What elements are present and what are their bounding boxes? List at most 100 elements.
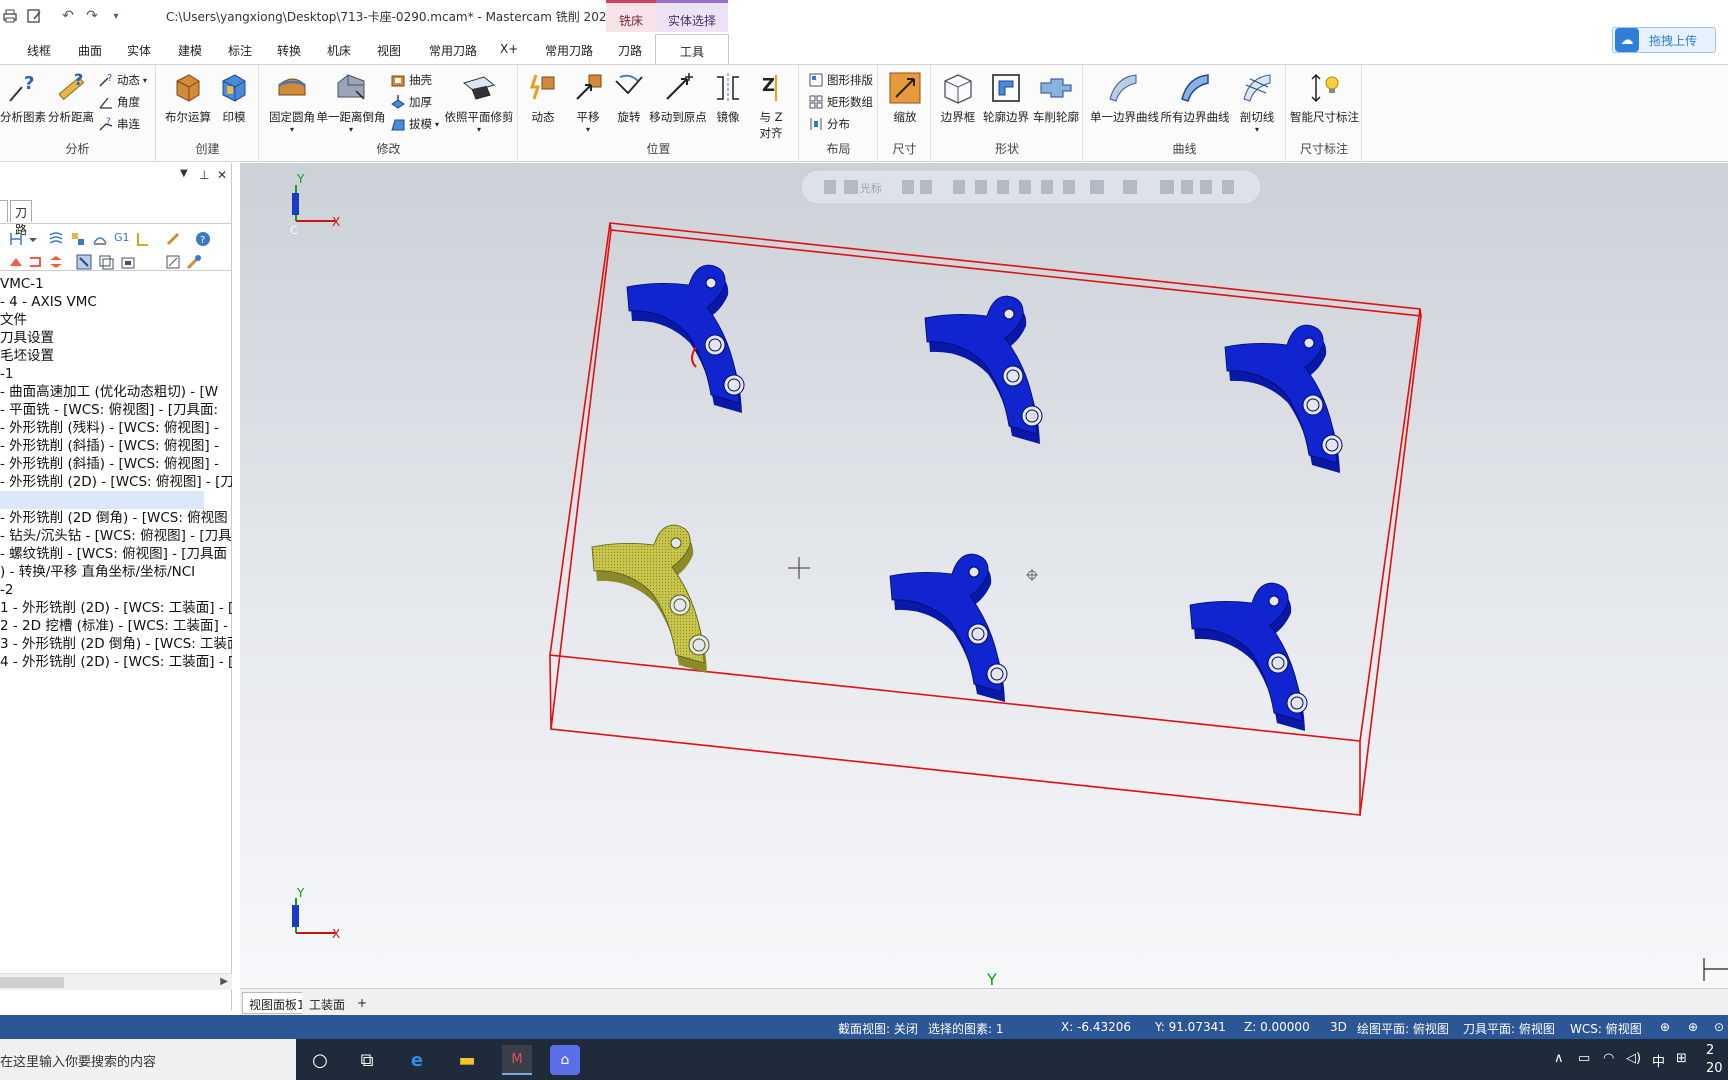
smart-dimension-button[interactable]: 智能尺寸标注	[1287, 71, 1362, 125]
g1-icon[interactable]: G1	[114, 231, 130, 244]
boolean-button[interactable]: 布尔运算	[165, 71, 211, 125]
rect-array-button[interactable]: 矩形数组	[808, 94, 873, 110]
pin-icon[interactable]: ⊥	[199, 168, 209, 182]
tree-node[interactable]: 毛坯设置	[0, 347, 54, 365]
part-3[interactable]	[1224, 324, 1343, 474]
analyze-entity-button[interactable]: ? 分析图素	[0, 71, 46, 125]
tab-view[interactable]: 视图	[377, 34, 401, 64]
tree-node[interactable]: 文件	[0, 311, 27, 329]
undo-icon[interactable]: ↶	[58, 6, 78, 26]
volume-icon[interactable]: ◁)	[1626, 1051, 1641, 1066]
shell-button[interactable]: 抽壳	[390, 72, 432, 88]
tab-solids[interactable]: 实体	[127, 34, 151, 64]
display-options-icon[interactable]	[165, 254, 181, 270]
analyze-distance-button[interactable]: ? 分析距离	[48, 71, 94, 125]
tab-solids-manager[interactable]	[0, 200, 8, 222]
panel-menu-icon[interactable]: ▼	[180, 168, 188, 179]
part-4-selected[interactable]	[591, 524, 710, 674]
qat-customize-icon[interactable]: ▾	[106, 6, 126, 26]
tool-icon[interactable]	[186, 254, 202, 270]
tree-node[interactable]: 3 - 外形铣削 (2D 倒角) - [WCS: 工装面	[0, 635, 232, 653]
tree-node[interactable]: - 外形铣削 (2D) - [WCS: 俯视图] - [刀	[0, 473, 232, 491]
tree-node[interactable]: - 4 - AXIS VMC	[0, 293, 97, 311]
globe-icon[interactable]: ⊕	[1660, 1020, 1670, 1034]
mode-3d-toggle[interactable]: 3D	[1330, 1020, 1347, 1034]
tree-node[interactable]: ) - 转换/平移 直角坐标/坐标/NCI	[0, 563, 195, 581]
tree-node[interactable]: - 螺纹铣削 - [WCS: 俯视图] - [刀具面	[0, 545, 227, 563]
battery-icon[interactable]: ▭	[1578, 1051, 1590, 1066]
tray-expand-icon[interactable]: ∧	[1554, 1051, 1564, 1066]
move-to-origin-button[interactable]: 移动到原点	[649, 71, 707, 125]
tab-common-toolpaths-2[interactable]: 常用刀路	[545, 34, 593, 64]
turn-profile-button[interactable]: 车削轮廓	[1032, 71, 1080, 125]
part-1[interactable]	[626, 264, 745, 414]
context-tab-solid-selection[interactable]: 实体选择	[656, 0, 728, 32]
dynamic-move-button[interactable]: 动态	[523, 71, 563, 125]
dropdown-arrow-icon[interactable]	[28, 231, 44, 247]
clock-time[interactable]: 2	[1706, 1043, 1714, 1058]
imprint-button[interactable]: 印模	[213, 71, 255, 125]
tab-surfaces[interactable]: 曲面	[78, 34, 102, 64]
lock-icon[interactable]	[120, 254, 136, 270]
fixed-fillet-button[interactable]: 固定圆角 ▾	[266, 71, 318, 134]
tab-machine[interactable]: 机床	[327, 34, 351, 64]
redo-icon[interactable]: ↷	[82, 6, 102, 26]
part-5[interactable]	[889, 553, 1008, 703]
graphics-viewport[interactable]: 光标 Y X C Y X Y	[240, 163, 1728, 988]
toggle-display-icon[interactable]	[76, 254, 92, 270]
move-insert-icon[interactable]	[28, 254, 44, 270]
tree-node[interactable]: 4 - 外形铣削 (2D) - [WCS: 工装面] - [	[0, 653, 232, 671]
translate-button[interactable]: 平移 ▾	[567, 71, 609, 134]
angle-analysis-button[interactable]: 角度	[98, 94, 140, 110]
tab-modeling[interactable]: 建模	[178, 34, 202, 64]
move-up-icon[interactable]	[8, 254, 24, 270]
toggle-post-icon[interactable]	[98, 254, 114, 270]
tree-node[interactable]: -2	[0, 581, 13, 599]
tree-node[interactable]: - 钻头/沉头钻 - [WCS: 俯视图] - [刀具	[0, 527, 232, 545]
tplane-status[interactable]: 刀具平面: 俯视图	[1463, 1020, 1555, 1037]
dynamic-analysis-button[interactable]: ? 动态 ▾	[98, 72, 147, 88]
backplot-icon[interactable]	[92, 231, 108, 247]
horizontal-scrollbar[interactable]: ▶	[0, 973, 232, 990]
single-chamfer-button[interactable]: 单一距离倒角 ▾	[316, 71, 386, 134]
context-tab-milling[interactable]: 铣床	[606, 0, 656, 32]
tree-node[interactable]: - 外形铣削 (2D 倒角) - [WCS: 俯视图	[0, 509, 228, 527]
tree-node[interactable]	[0, 491, 204, 509]
ime-indicator[interactable]: 中	[1652, 1051, 1665, 1070]
print-icon[interactable]	[0, 6, 20, 26]
profile-boundary-button[interactable]: 轮廓边界	[982, 71, 1030, 125]
add-viewsheet-button[interactable]: +	[350, 992, 374, 1014]
tab-common-toolpaths[interactable]: 常用刀路	[429, 34, 477, 64]
section-line-button[interactable]: 剖切线 ▾	[1234, 71, 1280, 134]
tree-node[interactable]: - 外形铣削 (斜插) - [WCS: 俯视图] -	[0, 455, 219, 473]
tree-node[interactable]: 2 - 2D 挖槽 (标准) - [WCS: 工装面] - [	[0, 617, 232, 635]
part-6[interactable]	[1189, 582, 1308, 732]
settings-icon[interactable]: ⊙	[1714, 1020, 1724, 1034]
tree-node[interactable]: - 平面铣 - [WCS: 俯视图] - [刀具面:	[0, 401, 218, 419]
move-down-icon[interactable]	[48, 254, 64, 270]
tree-node[interactable]: 刀具设置	[0, 329, 54, 347]
post-selected-icon[interactable]	[135, 231, 151, 247]
tree-node[interactable]: VMC-1	[0, 275, 44, 293]
rotate-button[interactable]: 旋转	[609, 71, 649, 125]
tab-wireframe[interactable]: 线框	[27, 34, 51, 64]
close-panel-icon[interactable]: ✕	[217, 168, 227, 182]
bounding-box-button[interactable]: 边界框	[938, 71, 978, 125]
tree-node[interactable]: - 曲面高速加工 (优化动态粗切) - [W	[0, 383, 218, 401]
chain-analysis-button[interactable]: ? 串连	[98, 116, 140, 132]
regenerate-dirty-icon[interactable]	[70, 231, 86, 247]
scale-button[interactable]: 缩放	[885, 71, 925, 125]
tree-node[interactable]: - 外形铣削 (斜插) - [WCS: 俯视图] -	[0, 437, 219, 455]
cortana-icon[interactable]: ○	[305, 1045, 335, 1075]
distribute-button[interactable]: 分布	[808, 116, 850, 132]
clock-date[interactable]: 20	[1706, 1061, 1723, 1076]
tab-annotate[interactable]: 标注	[228, 34, 252, 64]
regenerate-all-icon[interactable]	[48, 231, 64, 247]
file-explorer-icon[interactable]: ▬	[452, 1045, 482, 1075]
scrollbar-thumb[interactable]	[0, 977, 64, 988]
scroll-right-icon[interactable]: ▶	[220, 976, 228, 987]
highfeed-icon[interactable]	[165, 231, 181, 247]
mastercam-taskbar-icon[interactable]: M	[502, 1045, 532, 1075]
thicken-button[interactable]: 加厚	[390, 94, 432, 110]
tree-node[interactable]: - 外形铣削 (残料) - [WCS: 俯视图] -	[0, 419, 219, 437]
